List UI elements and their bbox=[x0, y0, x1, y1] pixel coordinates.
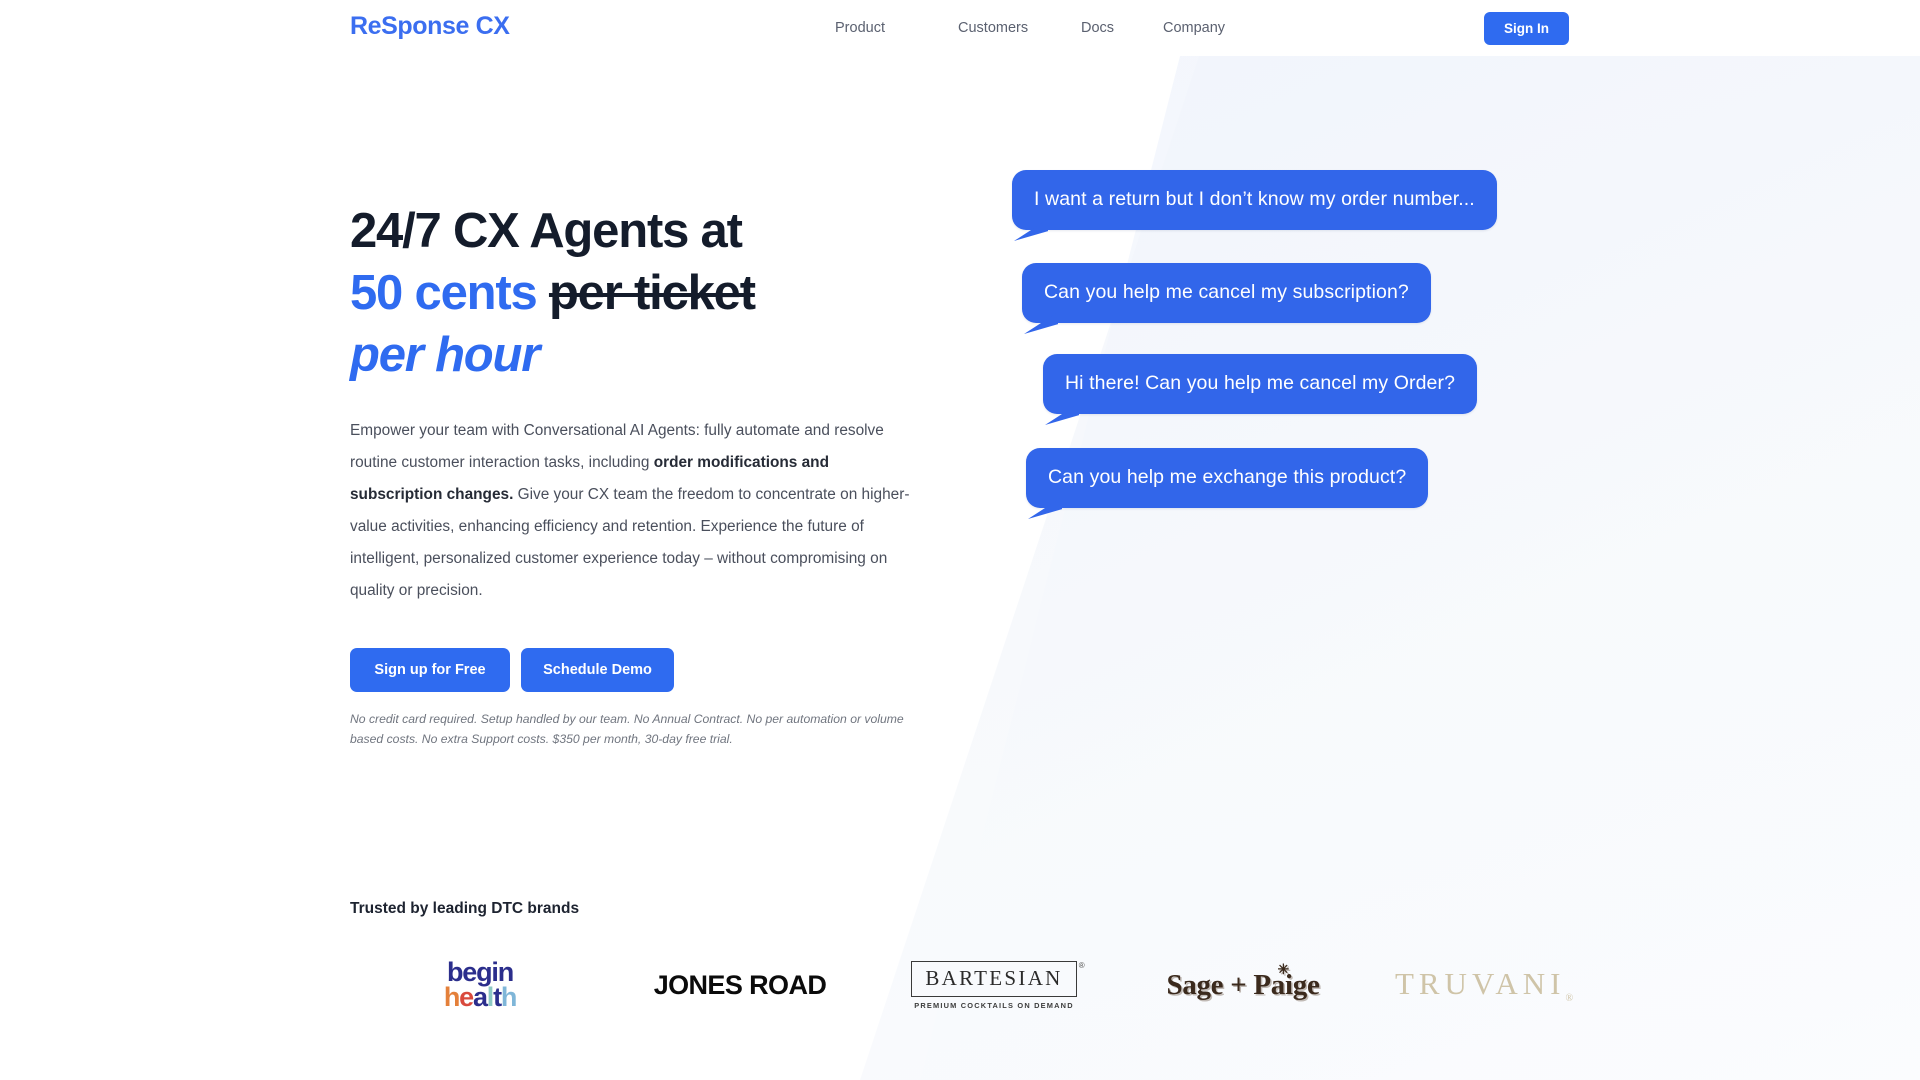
hero-left-column: 24/7 CX Agents at 50 cents per ticket pe… bbox=[350, 200, 950, 749]
landing-page: ReSponse CX Product Customers Docs Compa… bbox=[0, 0, 1920, 1080]
brand-logo-bartesian: BARTESIAN ® PREMIUM COCKTAILS ON DEMAND bbox=[870, 945, 1118, 1025]
sage-paige-wordmark: Sage + Paige ✳ bbox=[1166, 963, 1320, 1002]
nav-item-product[interactable]: Product bbox=[835, 20, 958, 36]
nav-item-company[interactable]: Company bbox=[1163, 20, 1253, 36]
bartesian-name: BARTESIAN bbox=[925, 965, 1063, 990]
nav-item-docs[interactable]: Docs bbox=[1081, 20, 1163, 36]
bartesian-box: BARTESIAN ® bbox=[911, 960, 1085, 997]
begin-health-wordmark: begin health bbox=[443, 959, 518, 1012]
headline-italic: per hour bbox=[350, 328, 540, 382]
sage-paige-name: Sage + Paige bbox=[1166, 968, 1320, 1001]
brand-logo[interactable]: ReSponse CX bbox=[350, 12, 510, 41]
brand-logo-strip: begin health JONES ROAD BARTESIAN ® PREM… bbox=[350, 945, 1600, 1025]
brand-logo-begin-health: begin health bbox=[350, 945, 610, 1025]
trusted-by-heading: Trusted by leading DTC brands bbox=[350, 900, 580, 917]
headline-strikethrough: per ticket bbox=[548, 266, 756, 320]
bartesian-tagline: PREMIUM COCKTAILS ON DEMAND bbox=[914, 1000, 1074, 1010]
begin-health-line2: health bbox=[443, 982, 518, 1012]
headline-line-1: 24/7 CX Agents at bbox=[350, 204, 743, 258]
chat-bubble: Can you help me exchange this product? bbox=[1026, 448, 1429, 508]
truvani-name: TRUVANI bbox=[1394, 965, 1566, 1001]
brand-logo-truvani: TRUVANI® bbox=[1368, 945, 1600, 1025]
hero-description: Empower your team with Conversational AI… bbox=[350, 415, 922, 607]
page-title: 24/7 CX Agents at 50 cents per ticket pe… bbox=[350, 200, 950, 386]
hero-cta-row: Sign up for Free Schedule Demo bbox=[350, 648, 950, 692]
site-header: ReSponse CX Product Customers Docs Compa… bbox=[0, 0, 1920, 56]
main-navigation: Product Customers Docs Company bbox=[835, 20, 1253, 36]
truvani-registered-mark: ® bbox=[1565, 993, 1574, 1005]
jones-road-wordmark: JONES ROAD bbox=[653, 969, 827, 1000]
chat-bubble-group: I want a return but I don’t know my orde… bbox=[1005, 170, 1497, 508]
brand-logo-sage-paige: Sage + Paige ✳ bbox=[1118, 945, 1368, 1025]
truvani-wordmark: TRUVANI® bbox=[1395, 966, 1573, 1004]
headline-price: 50 cents bbox=[350, 266, 538, 320]
chat-bubble: Can you help me cancel my subscription? bbox=[1022, 263, 1431, 323]
nav-item-customers[interactable]: Customers bbox=[958, 20, 1081, 36]
hero-fineprint: No credit card required. Setup handled b… bbox=[350, 712, 904, 746]
brand-logo-jones-road: JONES ROAD bbox=[610, 945, 870, 1025]
chat-bubble: I want a return but I don’t know my orde… bbox=[1012, 170, 1497, 230]
chat-bubble: Hi there! Can you help me cancel my Orde… bbox=[1043, 354, 1478, 414]
schedule-demo-button[interactable]: Schedule Demo bbox=[521, 648, 674, 692]
signup-free-button[interactable]: Sign up for Free bbox=[350, 648, 510, 692]
bartesian-registered-mark: ® bbox=[1078, 960, 1085, 970]
bartesian-wordmark: BARTESIAN ® PREMIUM COCKTAILS ON DEMAND bbox=[911, 960, 1085, 1010]
asterisk-icon: ✳ bbox=[1277, 962, 1289, 978]
sign-in-button[interactable]: Sign In bbox=[1484, 12, 1569, 45]
